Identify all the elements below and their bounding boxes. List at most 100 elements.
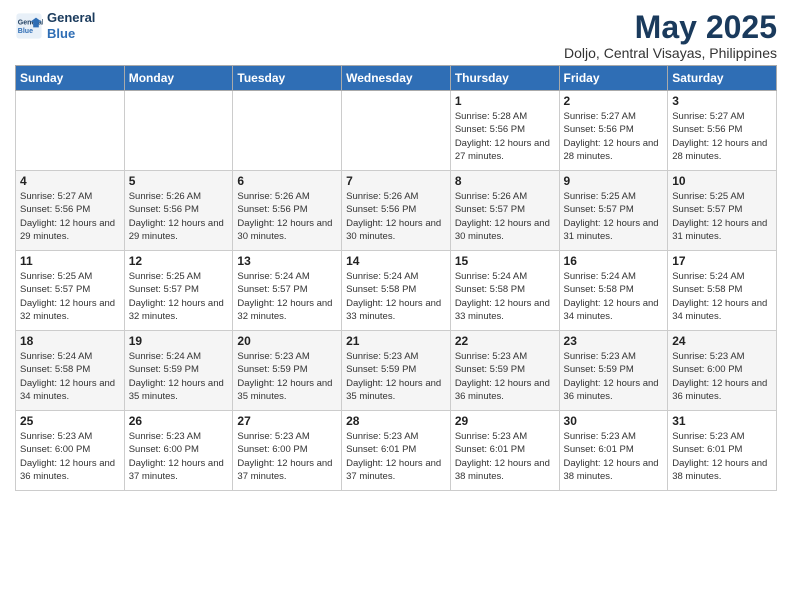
cell-info: Sunrise: 5:23 AMSunset: 6:01 PMDaylight:… [672, 430, 772, 483]
day-number: 1 [455, 94, 555, 108]
calendar-cell: 11Sunrise: 5:25 AMSunset: 5:57 PMDayligh… [16, 251, 125, 331]
page-title: May 2025 [564, 10, 777, 45]
day-number: 22 [455, 334, 555, 348]
calendar-cell: 27 Sunrise: 5:23 AMSunset: 6:00 PMDayligh… [233, 411, 342, 491]
cell-info: Sunrise: 5:23 AMSunset: 6:00 PMDaylight:… [672, 350, 772, 403]
day-number: 14 [346, 254, 446, 268]
calendar-week-3: 11Sunrise: 5:25 AMSunset: 5:57 PMDayligh… [16, 251, 777, 331]
title-block: May 2025 Doljo, Central Visayas, Philipp… [564, 10, 777, 61]
logo-text-blue: Blue [47, 26, 95, 42]
cell-info: Sunrise: 5:24 AMSunset: 5:58 PMDaylight:… [672, 270, 772, 323]
calendar-cell: 23 Sunrise: 5:23 AMSunset: 5:59 PMDayligh… [559, 331, 668, 411]
calendar-cell: 22 Sunrise: 5:23 AMSunset: 5:59 PMDayligh… [450, 331, 559, 411]
day-number: 17 [672, 254, 772, 268]
day-number: 15 [455, 254, 555, 268]
calendar-cell: 15 Sunrise: 5:24 AMSunset: 5:58 PMDayligh… [450, 251, 559, 331]
calendar-table: SundayMondayTuesdayWednesdayThursdayFrid… [15, 65, 777, 491]
cell-info: Sunrise: 5:24 AMSunset: 5:57 PMDaylight:… [237, 270, 337, 323]
header-friday: Friday [559, 66, 668, 91]
day-number: 11 [20, 254, 120, 268]
main-container: General Blue General Blue May 2025 Doljo… [0, 0, 792, 501]
calendar-cell: 21Sunrise: 5:23 AMSunset: 5:59 PMDayligh… [342, 331, 451, 411]
calendar-cell: 19 Sunrise: 5:24 AMSunset: 5:59 PMDayligh… [124, 331, 233, 411]
cell-info: Sunrise: 5:25 AMSunset: 5:57 PMDaylight:… [672, 190, 772, 243]
calendar-cell: 31Sunrise: 5:23 AMSunset: 6:01 PMDayligh… [668, 411, 777, 491]
day-number: 10 [672, 174, 772, 188]
calendar-cell: 12Sunrise: 5:25 AMSunset: 5:57 PMDayligh… [124, 251, 233, 331]
calendar-header-row: SundayMondayTuesdayWednesdayThursdayFrid… [16, 66, 777, 91]
calendar-cell: 6 Sunrise: 5:26 AMSunset: 5:56 PMDaylight… [233, 171, 342, 251]
cell-info: Sunrise: 5:26 AMSunset: 5:56 PMDaylight:… [237, 190, 337, 243]
calendar-cell: 24 Sunrise: 5:23 AMSunset: 6:00 PMDayligh… [668, 331, 777, 411]
cell-info: Sunrise: 5:27 AMSunset: 5:56 PMDaylight:… [564, 110, 664, 163]
calendar-cell: 8Sunrise: 5:26 AMSunset: 5:57 PMDaylight… [450, 171, 559, 251]
day-number: 23 [564, 334, 664, 348]
day-number: 7 [346, 174, 446, 188]
day-number: 29 [455, 414, 555, 428]
calendar-cell: 18 Sunrise: 5:24 AMSunset: 5:58 PMDayligh… [16, 331, 125, 411]
calendar-cell: 25 Sunrise: 5:23 AMSunset: 6:00 PMDayligh… [16, 411, 125, 491]
cell-info: Sunrise: 5:24 AMSunset: 5:59 PMDaylight:… [129, 350, 229, 403]
cell-info: Sunrise: 5:24 AMSunset: 5:58 PMDaylight:… [20, 350, 120, 403]
header-tuesday: Tuesday [233, 66, 342, 91]
cell-info: Sunrise: 5:24 AMSunset: 5:58 PMDaylight:… [346, 270, 446, 323]
cell-info: Sunrise: 5:23 AMSunset: 6:01 PMDaylight:… [455, 430, 555, 483]
cell-info: Sunrise: 5:23 AMSunset: 6:00 PMDaylight:… [237, 430, 337, 483]
calendar-cell: 7Sunrise: 5:26 AMSunset: 5:56 PMDaylight… [342, 171, 451, 251]
cell-info: Sunrise: 5:24 AMSunset: 5:58 PMDaylight:… [455, 270, 555, 323]
day-number: 26 [129, 414, 229, 428]
calendar-cell: 17 Sunrise: 5:24 AMSunset: 5:58 PMDayligh… [668, 251, 777, 331]
cell-info: Sunrise: 5:26 AMSunset: 5:57 PMDaylight:… [455, 190, 555, 243]
header-monday: Monday [124, 66, 233, 91]
day-number: 16 [564, 254, 664, 268]
calendar-cell: 29 Sunrise: 5:23 AMSunset: 6:01 PMDayligh… [450, 411, 559, 491]
header-wednesday: Wednesday [342, 66, 451, 91]
calendar-week-1: 1Sunrise: 5:28 AMSunset: 5:56 PMDaylight… [16, 91, 777, 171]
cell-info: Sunrise: 5:27 AMSunset: 5:56 PMDaylight:… [20, 190, 120, 243]
day-number: 12 [129, 254, 229, 268]
cell-info: Sunrise: 5:23 AMSunset: 5:59 PMDaylight:… [564, 350, 664, 403]
day-number: 28 [346, 414, 446, 428]
header-saturday: Saturday [668, 66, 777, 91]
cell-info: Sunrise: 5:23 AMSunset: 5:59 PMDaylight:… [237, 350, 337, 403]
calendar-cell: 13 Sunrise: 5:24 AMSunset: 5:57 PMDayligh… [233, 251, 342, 331]
day-number: 2 [564, 94, 664, 108]
cell-info: Sunrise: 5:23 AMSunset: 6:01 PMDaylight:… [346, 430, 446, 483]
calendar-cell: 28 Sunrise: 5:23 AMSunset: 6:01 PMDayligh… [342, 411, 451, 491]
header-thursday: Thursday [450, 66, 559, 91]
day-number: 13 [237, 254, 337, 268]
calendar-cell: 1Sunrise: 5:28 AMSunset: 5:56 PMDaylight… [450, 91, 559, 171]
cell-info: Sunrise: 5:26 AMSunset: 5:56 PMDaylight:… [129, 190, 229, 243]
day-number: 24 [672, 334, 772, 348]
calendar-cell: 30 Sunrise: 5:23 AMSunset: 6:01 PMDayligh… [559, 411, 668, 491]
day-number: 20 [237, 334, 337, 348]
cell-info: Sunrise: 5:23 AMSunset: 6:00 PMDaylight:… [129, 430, 229, 483]
day-number: 18 [20, 334, 120, 348]
calendar-cell: 5Sunrise: 5:26 AMSunset: 5:56 PMDaylight… [124, 171, 233, 251]
calendar-cell [16, 91, 125, 171]
cell-info: Sunrise: 5:23 AMSunset: 6:01 PMDaylight:… [564, 430, 664, 483]
cell-info: Sunrise: 5:23 AMSunset: 6:00 PMDaylight:… [20, 430, 120, 483]
calendar-week-4: 18 Sunrise: 5:24 AMSunset: 5:58 PMDayligh… [16, 331, 777, 411]
logo-text-general: General [47, 10, 95, 26]
calendar-cell: 14 Sunrise: 5:24 AMSunset: 5:58 PMDayligh… [342, 251, 451, 331]
calendar-cell: 20 Sunrise: 5:23 AMSunset: 5:59 PMDayligh… [233, 331, 342, 411]
logo-icon: General Blue [15, 12, 43, 40]
cell-info: Sunrise: 5:23 AMSunset: 5:59 PMDaylight:… [455, 350, 555, 403]
calendar-cell: 10 Sunrise: 5:25 AMSunset: 5:57 PMDayligh… [668, 171, 777, 251]
day-number: 27 [237, 414, 337, 428]
svg-text:Blue: Blue [18, 28, 33, 35]
calendar-cell: 16Sunrise: 5:24 AMSunset: 5:58 PMDayligh… [559, 251, 668, 331]
day-number: 6 [237, 174, 337, 188]
day-number: 19 [129, 334, 229, 348]
day-number: 30 [564, 414, 664, 428]
header-sunday: Sunday [16, 66, 125, 91]
calendar-cell [124, 91, 233, 171]
calendar-cell: 2 Sunrise: 5:27 AMSunset: 5:56 PMDaylight… [559, 91, 668, 171]
day-number: 21 [346, 334, 446, 348]
day-number: 25 [20, 414, 120, 428]
header: General Blue General Blue May 2025 Doljo… [15, 10, 777, 61]
calendar-cell: 4Sunrise: 5:27 AMSunset: 5:56 PMDaylight… [16, 171, 125, 251]
day-number: 9 [564, 174, 664, 188]
cell-info: Sunrise: 5:27 AMSunset: 5:56 PMDaylight:… [672, 110, 772, 163]
